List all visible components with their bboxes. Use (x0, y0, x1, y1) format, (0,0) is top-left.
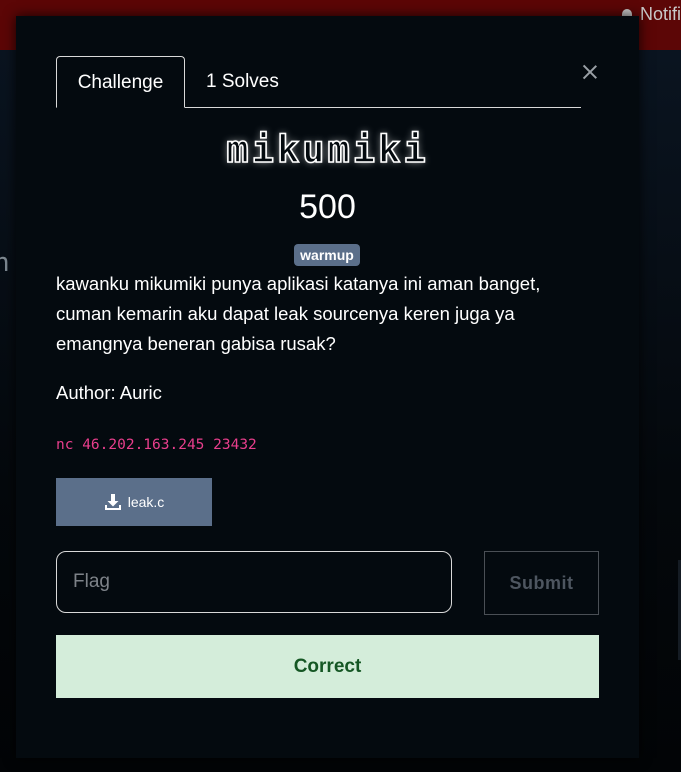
challenge-points: 500 (299, 188, 356, 226)
tab-challenge[interactable]: Challenge (56, 56, 185, 108)
download-icon (104, 494, 121, 510)
challenge-modal: Challenge 1 Solves mikumiki 500 warmup k… (16, 16, 639, 758)
background-text: n (0, 248, 10, 278)
submit-button[interactable]: Submit (484, 551, 599, 615)
file-name: leak.c (127, 494, 165, 510)
description-line: emangnya beneran gabisa rusak? (56, 333, 336, 354)
challenge-title: mikumiki (226, 127, 429, 172)
challenge-description: kawanku mikumiki punya aplikasi katanya … (56, 269, 596, 359)
flag-input[interactable] (56, 551, 452, 613)
close-icon[interactable] (580, 62, 600, 82)
modal-tabs: Challenge 1 Solves (56, 56, 581, 108)
download-file-button[interactable]: leak.c (56, 478, 212, 526)
tab-solves[interactable]: 1 Solves (206, 56, 279, 106)
description-line: cuman kemarin aku dapat leak sourcenya k… (56, 303, 515, 324)
result-alert: Correct (56, 635, 599, 698)
connection-info: nc 46.202.163.245 23432 (56, 437, 257, 453)
notifications-label: Notifi (639, 4, 681, 24)
description-line: kawanku mikumiki punya aplikasi katanya … (56, 273, 541, 294)
category-badge: warmup (294, 244, 360, 266)
challenge-author: Author: Auric (56, 382, 162, 403)
